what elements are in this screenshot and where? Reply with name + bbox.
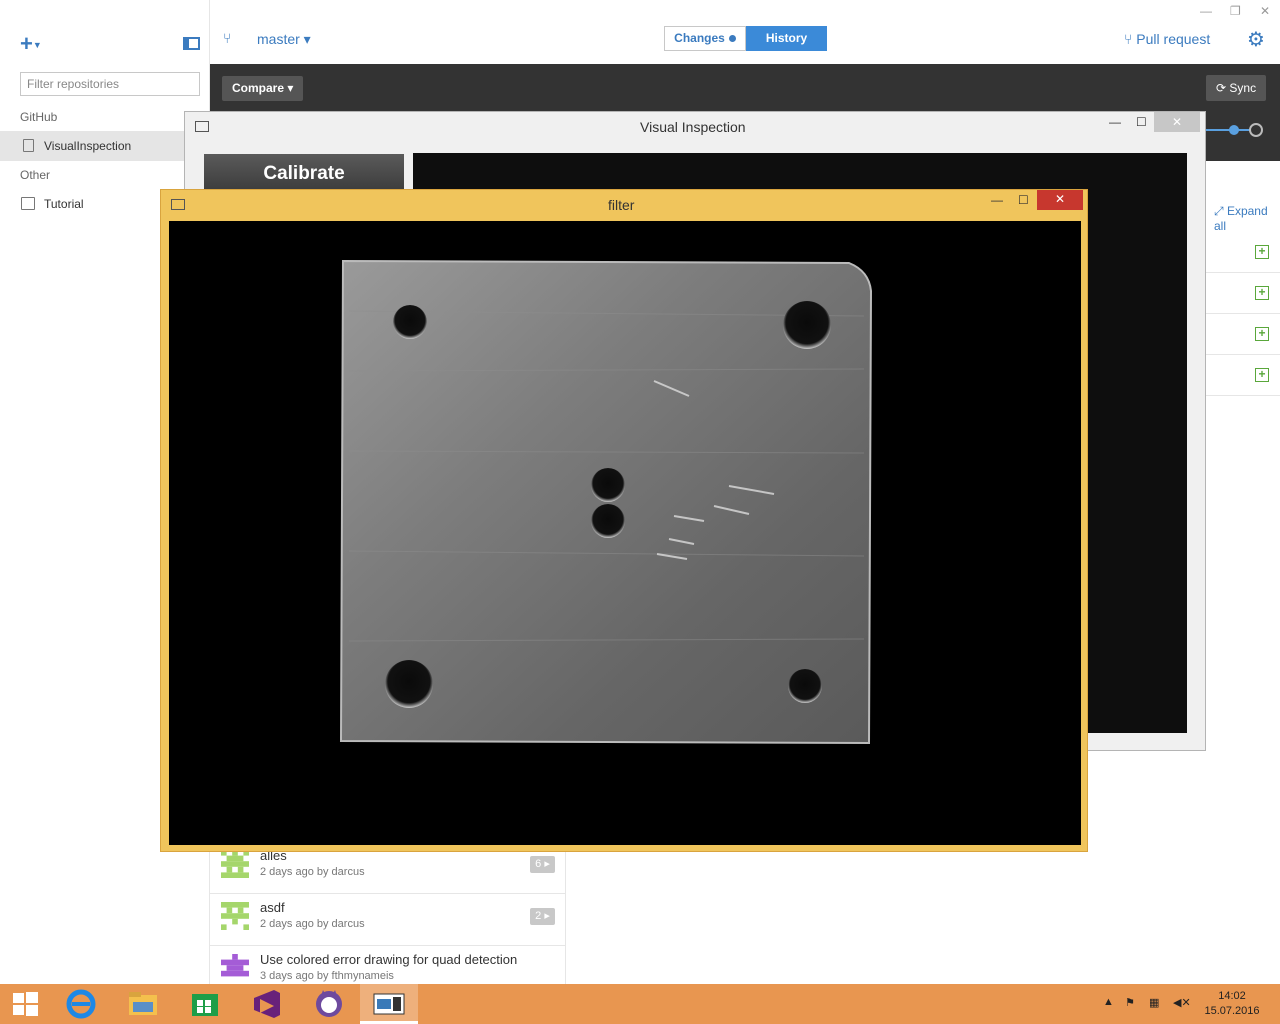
visual-studio-icon	[254, 990, 280, 1018]
file-row[interactable]: +	[1206, 314, 1280, 355]
file-row[interactable]: +	[1206, 232, 1280, 273]
pull-request-button[interactable]: ⑂ Pull request	[1124, 31, 1210, 47]
tab-history[interactable]: History	[746, 26, 827, 51]
sync-icon: ⟳	[1216, 81, 1230, 95]
compare-button[interactable]: Compare ▾	[222, 76, 304, 101]
maximize-button[interactable]: ☐	[1136, 115, 1147, 129]
tab-changes[interactable]: Changes	[664, 26, 746, 51]
plus-icon[interactable]: +	[1255, 245, 1269, 259]
window-titlebar[interactable]: Visual Inspection — ☐ ✕	[185, 112, 1205, 142]
plus-icon[interactable]: +	[1255, 286, 1269, 300]
action-center-icon[interactable]: ⚑	[1125, 996, 1135, 1009]
show-hidden-icons-icon[interactable]: ▲	[1103, 996, 1114, 1008]
app-icon	[171, 199, 185, 210]
minimize-button[interactable]: —	[1109, 115, 1121, 129]
file-explorer-button[interactable]	[114, 984, 172, 1024]
chevron-down-icon: ▼	[32, 40, 42, 51]
volume-muted-icon[interactable]: ◀✕	[1173, 996, 1191, 1009]
filter-window: filter — ☐ ✕	[160, 189, 1088, 852]
expand-icon: ⤢	[1214, 204, 1227, 218]
commit-list: alles 2 days ago by darcus 6 ▸ asdf 2 da…	[210, 842, 566, 984]
window-title: Visual Inspection	[640, 119, 746, 135]
close-button[interactable]: ✕	[1037, 190, 1083, 210]
group-label-other: Other	[20, 168, 51, 182]
avatar	[221, 902, 249, 930]
start-button[interactable]	[0, 984, 50, 1024]
branch-selector[interactable]: master ▾	[257, 31, 311, 48]
plus-icon[interactable]: +	[1255, 327, 1269, 341]
maximize-button[interactable]: ☐	[1018, 193, 1029, 207]
top-bar: ⑂ master ▾ Changes History ⑂ Pull reques…	[210, 0, 1280, 64]
sidebar-item-visualinspection[interactable]: VisualInspection	[0, 131, 209, 161]
visual-inspection-taskbar-button[interactable]	[360, 984, 418, 1024]
gear-icon[interactable]: ⚙	[1247, 27, 1265, 52]
clock-time: 14:02	[1218, 990, 1246, 1002]
commit-meta: 2 days ago by darcus	[260, 918, 365, 930]
commit-message: Use colored error drawing for quad detec…	[260, 952, 518, 967]
folder-icon	[129, 992, 157, 1015]
store-icon	[192, 994, 218, 1016]
system-clock[interactable]: 14:02 15.07.2016	[1200, 989, 1264, 1019]
sync-label: Sync	[1229, 81, 1257, 95]
commit-count-badge[interactable]: 6 ▸	[530, 856, 555, 873]
file-row[interactable]: +	[1206, 355, 1280, 396]
app-window-icon	[373, 993, 405, 1015]
sidebar-toggle-icon[interactable]	[183, 37, 200, 50]
app-icon	[195, 121, 209, 132]
metal-plate-image	[339, 259, 873, 745]
calibrate-button[interactable]: Calibrate	[204, 154, 404, 194]
avatar	[221, 850, 249, 878]
minimize-button[interactable]: —	[991, 193, 1003, 207]
avatar	[221, 954, 249, 982]
taskbar: ▲ ⚑ ▦ ◀✕ 14:02 15.07.2016	[0, 984, 1280, 1024]
commit-meta: 2 days ago by darcus	[260, 866, 365, 878]
github-octocat-icon	[316, 990, 342, 1017]
restore-button[interactable]: ❐	[1230, 4, 1241, 18]
close-button[interactable]: ✕	[1154, 112, 1200, 132]
group-label-github: GitHub	[20, 110, 58, 124]
commit-item[interactable]: Use colored error drawing for quad detec…	[210, 946, 565, 984]
sync-button[interactable]: ⟳ Sync	[1206, 75, 1267, 101]
filtered-image	[169, 221, 1081, 845]
sidebar-item-label: Tutorial	[44, 197, 84, 211]
expand-all-link[interactable]: ⤢ Expand all	[1214, 204, 1280, 233]
file-row[interactable]: +	[1206, 273, 1280, 314]
internet-explorer-icon	[66, 989, 96, 1019]
sidebar-item-label: VisualInspection	[44, 139, 132, 153]
network-icon[interactable]: ▦	[1149, 996, 1159, 1009]
commit-meta: 3 days ago by fthmynameis	[260, 970, 394, 982]
commit-count-badge[interactable]: 2 ▸	[530, 908, 555, 925]
commit-item[interactable]: asdf 2 days ago by darcus 2 ▸	[210, 894, 565, 946]
close-button[interactable]: ✕	[1260, 4, 1270, 18]
add-repository-button[interactable]: +▼	[20, 32, 42, 55]
window-title: filter	[608, 197, 635, 213]
internet-explorer-button[interactable]	[52, 984, 110, 1024]
clock-date: 15.07.2016	[1204, 1005, 1260, 1017]
window-titlebar[interactable]: filter — ☐ ✕	[161, 190, 1087, 220]
store-button[interactable]	[176, 984, 234, 1024]
github-desktop-button[interactable]	[300, 984, 358, 1024]
pull-request-label: Pull request	[1136, 31, 1211, 47]
changes-indicator-icon	[728, 35, 736, 43]
windows-logo-icon	[13, 992, 38, 1016]
commit-message: asdf	[260, 900, 285, 915]
pull-request-icon: ⑂	[1124, 31, 1137, 47]
tab-changes-label: Changes	[674, 31, 725, 45]
repo-icon	[23, 139, 34, 152]
visual-studio-button[interactable]	[238, 984, 296, 1024]
monitor-icon	[21, 197, 35, 210]
filter-repositories-input[interactable]	[20, 72, 200, 96]
minimize-button[interactable]: —	[1200, 4, 1212, 18]
commit-timeline[interactable]	[1206, 122, 1266, 138]
branch-icon: ⑂	[223, 30, 232, 46]
plus-icon[interactable]: +	[1255, 368, 1269, 382]
